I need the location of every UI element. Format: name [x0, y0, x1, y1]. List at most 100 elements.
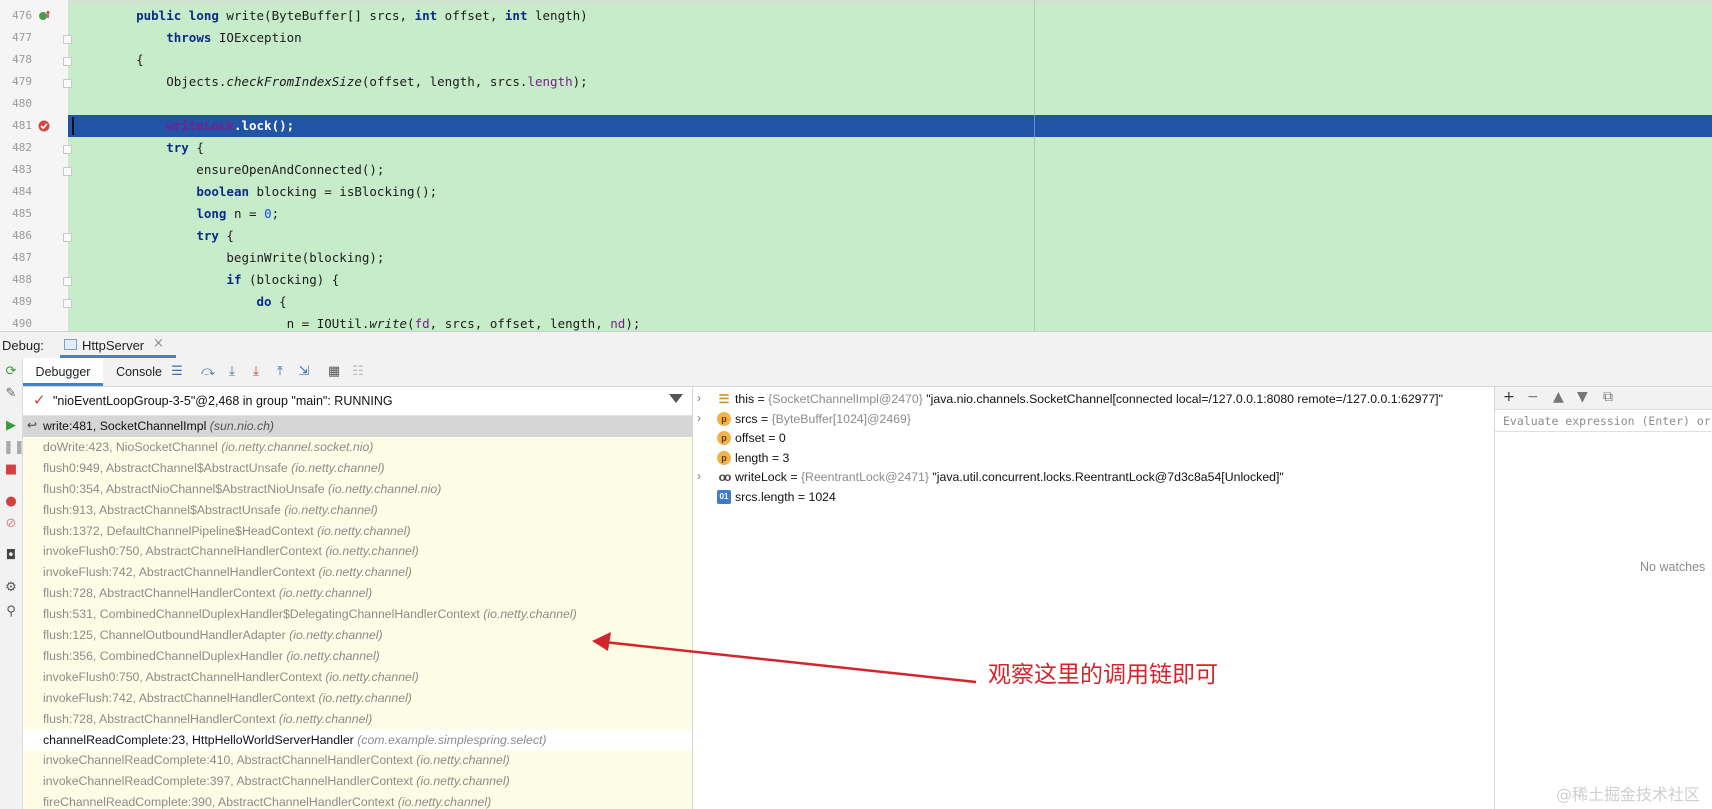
- code-line[interactable]: 482 try {: [0, 137, 1712, 159]
- view-breakpoints-icon[interactable]: ●: [3, 494, 19, 510]
- mute-breakpoints-icon[interactable]: ⊘: [3, 516, 19, 532]
- duplicate-watch-icon[interactable]: ⧉: [1603, 389, 1613, 405]
- step-out-icon[interactable]: ⤒: [272, 364, 288, 380]
- line-number: 478: [12, 53, 32, 66]
- fold-marker-icon[interactable]: [63, 167, 72, 176]
- filter-icon[interactable]: [669, 394, 683, 403]
- stack-frame[interactable]: fireChannelReadComplete:390, AbstractCha…: [23, 792, 692, 809]
- fold-marker-icon[interactable]: [63, 35, 72, 44]
- code-text: writeLock.lock();: [166, 118, 295, 133]
- code-line[interactable]: 477 throws IOException: [0, 27, 1712, 49]
- variable-reference: {SocketChannelImpl@2470}: [768, 392, 927, 406]
- chevron-right-icon[interactable]: ›: [697, 391, 701, 405]
- fold-marker-icon[interactable]: [63, 57, 72, 66]
- stop-icon[interactable]: ■: [3, 462, 19, 478]
- no-watches-text: No watches: [1640, 560, 1706, 574]
- stack-frame[interactable]: flush:356, CombinedChannelDuplexHandler …: [23, 645, 692, 667]
- watches-panel: + − ▲ ▼ ⧉ No watches: [1495, 387, 1712, 809]
- modify-run-config-icon[interactable]: ✎: [3, 386, 19, 402]
- chevron-right-icon[interactable]: ›: [697, 411, 701, 425]
- fold-marker-icon[interactable]: [63, 277, 72, 286]
- code-line[interactable]: 488 if (blocking) {: [0, 269, 1712, 291]
- frame-method: flush:913, AbstractChannel$AbstractUnsaf…: [43, 502, 285, 517]
- stack-frame[interactable]: flush:728, AbstractChannelHandlerContext…: [23, 583, 692, 605]
- code-editor[interactable]: 476 public long write(ByteBuffer[] srcs,…: [0, 0, 1712, 331]
- stack-frame[interactable]: flush:531, CombinedChannelDuplexHandler$…: [23, 604, 692, 626]
- tab-console[interactable]: Console: [105, 358, 173, 386]
- inline-watch-icon: oo: [718, 470, 732, 485]
- code-line[interactable]: 485 long n = 0;: [0, 203, 1712, 225]
- variable-row[interactable]: › oo writeLock = {ReentrantLock@2471} "jav…: [693, 468, 1494, 488]
- trace-current-stream-icon[interactable]: ☷: [350, 364, 366, 380]
- stack-frame[interactable]: invokeChannelReadComplete:397, AbstractC…: [23, 771, 692, 793]
- stack-frame[interactable]: invokeChannelReadComplete:410, AbstractC…: [23, 750, 692, 772]
- stack-frame[interactable]: flush:913, AbstractChannel$AbstractUnsaf…: [23, 499, 692, 521]
- stack-frame[interactable]: invokeFlush0:750, AbstractChannelHandler…: [23, 541, 692, 563]
- implements-method-icon[interactable]: [38, 10, 50, 22]
- variable-row[interactable]: p length = 3: [693, 449, 1494, 469]
- code-line[interactable]: 486 try {: [0, 225, 1712, 247]
- variable-name: length =: [735, 450, 783, 465]
- evaluate-expression-input[interactable]: [1495, 410, 1712, 432]
- step-into-icon[interactable]: ⤓: [224, 364, 240, 380]
- fold-marker-icon[interactable]: [63, 299, 72, 308]
- breakpoint-icon[interactable]: [38, 120, 50, 132]
- stack-frame[interactable]: doWrite:423, NioSocketChannel (io.netty.…: [23, 436, 692, 458]
- stack-frame[interactable]: invokeFlush:742, AbstractChannelHandlerC…: [23, 687, 692, 709]
- camera-icon[interactable]: ◘: [3, 548, 19, 564]
- chevron-right-icon[interactable]: ›: [697, 469, 701, 483]
- code-line[interactable]: 478 {: [0, 49, 1712, 71]
- stack-frame[interactable]: channelReadComplete:23, HttpHelloWorldSe…: [23, 729, 692, 751]
- stack-frame[interactable]: invokeFlush0:750, AbstractChannelHandler…: [23, 666, 692, 688]
- rerun-icon[interactable]: ⟳: [3, 364, 19, 380]
- remove-watch-icon[interactable]: −: [1527, 389, 1539, 405]
- variable-row[interactable]: › ☰ this = {SocketChannelImpl@2470} "java.…: [693, 390, 1494, 410]
- stack-frame[interactable]: flush0:354, AbstractNioChannel$AbstractN…: [23, 478, 692, 500]
- stack-frame[interactable]: flush:728, AbstractChannelHandlerContext…: [23, 708, 692, 730]
- code-line[interactable]: 484 boolean blocking = isBlocking();: [0, 181, 1712, 203]
- layout-menu-icon[interactable]: ☰: [169, 364, 185, 380]
- close-tab-icon[interactable]: ×: [153, 336, 164, 351]
- run-config-tab[interactable]: HttpServer ×: [60, 332, 176, 358]
- stack-frame[interactable]: flush:1372, DefaultChannelPipeline$HeadC…: [23, 520, 692, 542]
- move-down-icon[interactable]: ▼: [1577, 389, 1588, 405]
- stack-frame[interactable]: flush:125, ChannelOutboundHandlerAdapter…: [23, 625, 692, 646]
- code-line[interactable]: 479 Objects.checkFromIndexSize(offset, l…: [0, 71, 1712, 93]
- thread-selector[interactable]: ✓ "nioEventLoopGroup-3-5"@2,468 in group…: [23, 387, 692, 416]
- evaluate-expression-icon[interactable]: ▦: [326, 364, 342, 380]
- frame-method: flush:728, AbstractChannelHandlerContext: [43, 586, 279, 601]
- variable-name: offset =: [735, 431, 779, 446]
- variable-row[interactable]: p offset = 0: [693, 429, 1494, 449]
- code-text: beginWrite(blocking);: [106, 250, 385, 265]
- fold-marker-icon[interactable]: [63, 145, 72, 154]
- stack-frame[interactable]: ↩ write:481, SocketChannelImpl (sun.nio.c…: [23, 416, 692, 437]
- variable-row[interactable]: › p srcs = {ByteBuffer[1024]@2469}: [693, 410, 1494, 430]
- step-over-icon[interactable]: ⤼: [200, 364, 216, 380]
- code-line[interactable]: 490 n = IOUtil.write(fd, srcs, offset, l…: [0, 313, 1712, 331]
- variable-name: this =: [735, 392, 769, 406]
- frame-package: (io.netty.channel): [325, 544, 419, 559]
- stack-frame[interactable]: invokeFlush:742, AbstractChannelHandlerC…: [23, 562, 692, 584]
- pin-icon[interactable]: ⚲: [3, 604, 19, 620]
- code-line[interactable]: 480: [0, 93, 1712, 115]
- resume-program-icon[interactable]: ▶: [3, 418, 19, 434]
- code-line[interactable]: 483 ensureOpenAndConnected();: [0, 159, 1712, 181]
- tab-debugger[interactable]: Debugger: [23, 358, 103, 386]
- pause-program-icon[interactable]: ❚❚: [3, 440, 25, 456]
- force-step-into-icon[interactable]: ⤓: [248, 364, 264, 380]
- code-line[interactable]: 481 writeLock.lock();: [0, 115, 1712, 137]
- run-to-cursor-icon[interactable]: ⇲: [296, 364, 312, 380]
- settings-gear-icon[interactable]: ⚙: [3, 580, 19, 596]
- variable-row[interactable]: 01 srcs.length = 1024: [693, 488, 1494, 508]
- add-watch-icon[interactable]: +: [1503, 389, 1515, 405]
- fold-marker-icon[interactable]: [63, 79, 72, 88]
- move-up-icon[interactable]: ▲: [1553, 389, 1564, 405]
- parameter-icon: p: [717, 450, 731, 465]
- stack-frame[interactable]: flush0:949, AbstractChannel$AbstractUnsa…: [23, 457, 692, 479]
- code-line[interactable]: 489 do {: [0, 291, 1712, 313]
- code-line[interactable]: 476 public long write(ByteBuffer[] srcs,…: [0, 5, 1712, 27]
- fold-marker-icon[interactable]: [63, 233, 72, 242]
- thread-label: "nioEventLoopGroup-3-5"@2,468 in group "…: [53, 394, 393, 408]
- code-line[interactable]: 487 beginWrite(blocking);: [0, 247, 1712, 269]
- frame-package: (io.netty.channel): [278, 586, 373, 601]
